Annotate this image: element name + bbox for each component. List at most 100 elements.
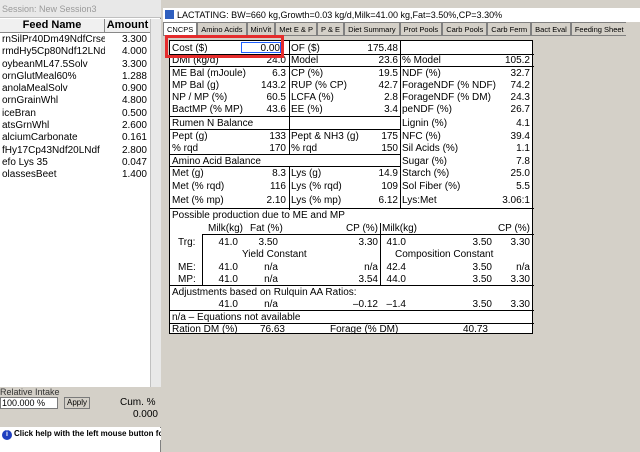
lys-g-value: 14.9 bbox=[378, 168, 398, 179]
sol-fiber-label: Sol Fiber (%) bbox=[402, 181, 461, 192]
feed-amount[interactable]: 2.600 bbox=[105, 120, 150, 132]
feed-amount[interactable]: 0.900 bbox=[105, 83, 150, 95]
feed-name: alciumCarbonate bbox=[2, 132, 78, 144]
feed-row[interactable]: fHy17Cp43Ndf20LNdf 2.800 bbox=[0, 145, 150, 157]
cp-value: 19.5 bbox=[378, 68, 398, 79]
feed-row[interactable]: olassesBeet 1.400 bbox=[0, 169, 150, 181]
feed-name-header[interactable]: Feed Name bbox=[0, 19, 105, 32]
sugar-value: 7.8 bbox=[516, 156, 530, 167]
mp-bal-value: 143.2 bbox=[260, 80, 286, 91]
me-cp2: n/a bbox=[516, 262, 530, 273]
feed-name: olassesBeet bbox=[2, 169, 57, 181]
tab-carb-pools[interactable]: Carb Pools bbox=[442, 22, 488, 35]
mp-milk: 41.0 bbox=[218, 274, 238, 285]
feed-name: fHy17Cp43Ndf20LNdf bbox=[2, 144, 100, 156]
pept-rqd-label: % rqd bbox=[172, 143, 199, 154]
feed-name: rmdHy5Cp80Ndf12LNdf bbox=[2, 46, 105, 58]
feed-name: oybeanML47.5Solv bbox=[2, 58, 88, 70]
feed-amount[interactable]: 0.047 bbox=[105, 157, 150, 169]
model-value: 23.6 bbox=[378, 55, 398, 66]
feed-amount[interactable]: 1.288 bbox=[105, 71, 150, 83]
of-label: OF ($) bbox=[291, 43, 320, 54]
met-rqd-label: Met (% rqd) bbox=[172, 181, 225, 192]
pct-model-label: % Model bbox=[402, 55, 441, 66]
pept-rqd-value: 170 bbox=[269, 143, 286, 154]
tab-scroll-arrows[interactable] bbox=[626, 22, 640, 40]
tab-minvit[interactable]: MinVit bbox=[246, 22, 276, 35]
adjust-fat2: 3.50 bbox=[472, 299, 492, 310]
tab-bact-eval[interactable]: Bact Eval bbox=[531, 22, 571, 35]
feed-row[interactable]: alciumCarbonate 0.161 bbox=[0, 132, 150, 144]
feed-amount[interactable]: 2.800 bbox=[105, 145, 150, 157]
forage-ndf-dm-value: 24.3 bbox=[510, 92, 530, 103]
feed-amount[interactable]: 4.800 bbox=[105, 95, 150, 107]
pendf-value: 26.7 bbox=[510, 104, 530, 115]
bact-mp-label: BactMP (% MP) bbox=[172, 104, 243, 115]
feed-row[interactable]: iceBran 0.500 bbox=[0, 108, 150, 120]
trg-label: Trg: bbox=[178, 237, 196, 248]
pept-label: Pept (g) bbox=[172, 131, 208, 142]
tab-amino-acids[interactable]: Amino Acids bbox=[197, 22, 247, 35]
feed-amount[interactable]: 0.161 bbox=[105, 132, 150, 144]
nfc-value: 39.4 bbox=[510, 131, 530, 142]
feed-amount[interactable]: 3.300 bbox=[105, 34, 150, 46]
feed-row[interactable]: oybeanML47.5Solv 3.300 bbox=[0, 59, 150, 71]
feed-row[interactable]: rnSilPr40Dm49NdfCrse 3.300 bbox=[0, 34, 150, 46]
cum-percent-value: 0.000 bbox=[132, 409, 158, 420]
lys-rqd-value: 109 bbox=[381, 181, 398, 192]
lys-rqd-label: Lys (% rqd) bbox=[291, 181, 342, 192]
tab-carb-ferm[interactable]: Carb Ferm bbox=[487, 22, 532, 35]
pept-nh3-value: 175 bbox=[381, 131, 398, 142]
prod-fat-header: Fat (%) bbox=[250, 223, 283, 234]
me-fat2: 3.50 bbox=[472, 262, 492, 273]
tab-feeding-sheet[interactable]: Feeding Sheet bbox=[570, 22, 628, 35]
rup-value: 42.7 bbox=[378, 80, 398, 91]
feed-row[interactable]: atsGrnWhl 2.600 bbox=[0, 120, 150, 132]
me-label: ME: bbox=[178, 262, 196, 273]
feed-row[interactable]: efo Lys 35 0.047 bbox=[0, 157, 150, 169]
pept-nh3-rqd-label: % rqd bbox=[291, 143, 318, 154]
trg-milk: 41.0 bbox=[218, 237, 238, 248]
relative-intake-select[interactable]: 100.000 % bbox=[0, 397, 58, 409]
pept-value: 133 bbox=[269, 131, 286, 142]
lys-met-label: Lys:Met bbox=[402, 195, 437, 206]
pept-nh3-rqd-value: 150 bbox=[381, 143, 398, 154]
mp-milk2: 44.0 bbox=[386, 274, 406, 285]
info-icon: i bbox=[2, 430, 12, 440]
lcfa-label: LCFA (%) bbox=[291, 92, 334, 103]
tab-diet-summary[interactable]: Diet Summary bbox=[344, 22, 400, 35]
cum-percent-label: Cum. % bbox=[120, 397, 156, 408]
feed-amount[interactable]: 4.000 bbox=[105, 46, 150, 58]
feed-amount[interactable]: 1.400 bbox=[105, 169, 150, 181]
feed-name: ornGlutMeal60% bbox=[2, 70, 77, 82]
me-bal-label: ME Bal (mJoule) bbox=[172, 68, 246, 79]
lys-mp-value: 6.12 bbox=[378, 195, 398, 206]
feed-list-scrollbar[interactable] bbox=[150, 19, 161, 389]
adjust-fat: n/a bbox=[264, 299, 278, 310]
feed-row[interactable]: ornGlutMeal60% 1.288 bbox=[0, 71, 150, 83]
trg-milk2: 41.0 bbox=[386, 237, 406, 248]
forage-dm-label: Forage (% DM) bbox=[330, 324, 399, 335]
tab-p-e[interactable]: P & E bbox=[317, 22, 345, 35]
feed-row[interactable]: ornGrainWhl 4.800 bbox=[0, 95, 150, 107]
feed-panel: Session: New Session3 Feed Name Amount r… bbox=[0, 0, 161, 452]
rup-label: RUP (% CP) bbox=[291, 80, 347, 91]
window-title-bar: LACTATING: BW=660 kg,Growth=0.03 kg/d,Mi… bbox=[163, 8, 640, 22]
feed-table-header: Feed Name Amount bbox=[0, 19, 150, 33]
tab-cncps[interactable]: CNCPS bbox=[163, 22, 198, 35]
feed-amount[interactable]: 0.500 bbox=[105, 108, 150, 120]
amount-header[interactable]: Amount bbox=[105, 19, 150, 32]
relative-intake-panel: Relative Intake 100.000 % Apply Cum. % 0… bbox=[0, 387, 161, 427]
feed-list: rnSilPr40Dm49NdfCrse 3.300 rmdHy5Cp80Ndf12… bbox=[0, 34, 150, 182]
feed-amount[interactable]: 3.300 bbox=[105, 59, 150, 71]
bact-mp-value: 43.6 bbox=[266, 104, 286, 115]
tab-met-e-p[interactable]: Met E & P bbox=[275, 22, 318, 35]
ee-value: 3.4 bbox=[384, 104, 398, 115]
feed-row[interactable]: anolaMealSolv 0.900 bbox=[0, 83, 150, 95]
apply-button[interactable]: Apply bbox=[64, 397, 90, 409]
tab-prot-pools[interactable]: Prot Pools bbox=[399, 22, 443, 35]
ndf-value: 32.7 bbox=[510, 68, 530, 79]
np-mp-label: NP / MP (%) bbox=[172, 92, 228, 103]
feed-row[interactable]: rmdHy5Cp80Ndf12LNdf 4.000 bbox=[0, 46, 150, 58]
me-fat: n/a bbox=[264, 262, 278, 273]
